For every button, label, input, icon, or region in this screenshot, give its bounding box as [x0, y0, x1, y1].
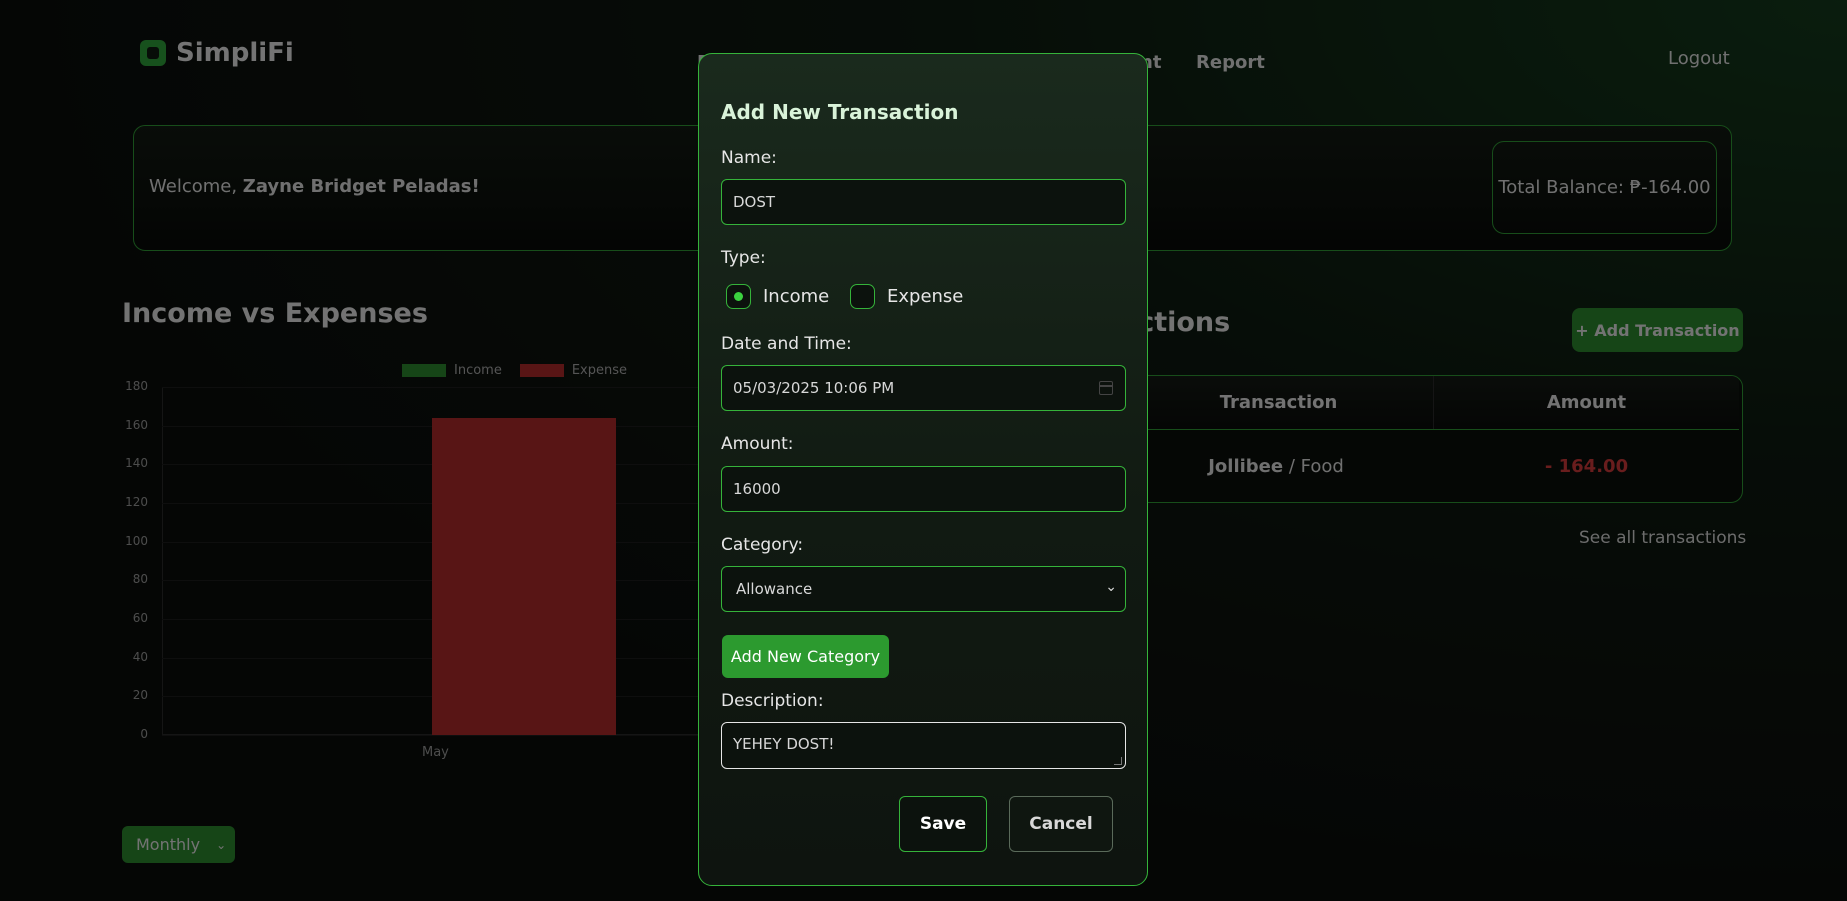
calendar-icon[interactable] [1099, 381, 1113, 395]
type-expense-option[interactable]: Expense [850, 284, 963, 309]
chevron-down-icon: ⌄ [1105, 579, 1117, 595]
type-income-option[interactable]: Income [726, 284, 829, 309]
income-radio[interactable] [726, 284, 751, 309]
expense-radio[interactable] [850, 284, 875, 309]
save-button[interactable]: Save [899, 796, 987, 852]
name-input[interactable]: DOST [721, 179, 1126, 225]
description-value: YEHEY DOST! [733, 735, 835, 753]
resize-handle[interactable] [1114, 757, 1122, 765]
name-label: Name: [721, 148, 777, 168]
income-radio-label: Income [763, 286, 830, 307]
category-select-value: Allowance [736, 580, 813, 598]
datetime-input[interactable]: 05/03/2025 10:06 PM [721, 365, 1126, 411]
amount-label: Amount: [721, 434, 794, 454]
datetime-value: 05/03/2025 10:06 PM [733, 379, 895, 397]
amount-input[interactable]: 16000 [721, 466, 1126, 512]
cancel-button[interactable]: Cancel [1009, 796, 1113, 852]
description-label: Description: [721, 691, 824, 711]
type-label: Type: [721, 248, 766, 268]
datetime-label: Date and Time: [721, 334, 852, 354]
category-label: Category: [721, 535, 804, 555]
description-textarea[interactable]: YEHEY DOST! [721, 722, 1126, 769]
modal-title: Add New Transaction [721, 100, 959, 124]
add-transaction-modal: Add New Transaction Name: DOST Type: Inc… [698, 53, 1148, 886]
add-category-button[interactable]: Add New Category [722, 635, 889, 678]
expense-radio-label: Expense [887, 286, 964, 307]
category-select[interactable]: Allowance ⌄ [721, 566, 1126, 612]
